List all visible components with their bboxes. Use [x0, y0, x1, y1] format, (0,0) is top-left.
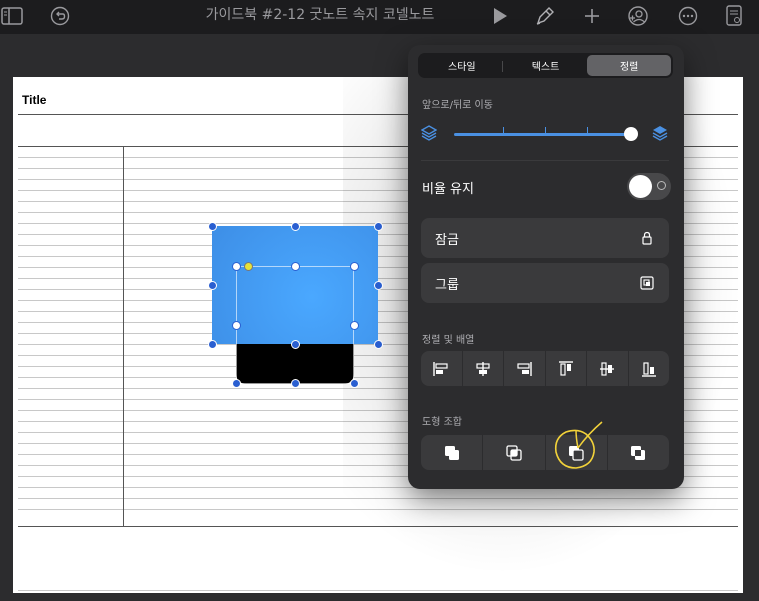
- pen-brush-icon[interactable]: [533, 4, 557, 28]
- align-top-icon[interactable]: [546, 351, 587, 386]
- subtract-icon[interactable]: [546, 435, 608, 470]
- resize-handle[interactable]: [232, 321, 241, 330]
- slider-tick: [545, 127, 546, 133]
- black-rounded-shape[interactable]: [236, 344, 354, 384]
- align-buttons: [421, 351, 669, 386]
- plus-icon[interactable]: [580, 4, 604, 28]
- combine-section-label: 도형 조합: [422, 417, 462, 428]
- bring-forward-icon[interactable]: [652, 125, 668, 145]
- resize-handle[interactable]: [208, 222, 217, 231]
- group-icon: [639, 275, 655, 291]
- resize-handle[interactable]: [232, 262, 241, 271]
- resize-handle[interactable]: [291, 340, 300, 349]
- resize-handle[interactable]: [350, 379, 359, 388]
- doc-info-icon[interactable]: [722, 4, 746, 28]
- toggle-knob: [629, 175, 652, 198]
- document-title[interactable]: 가이드북 #2-12 굿노트 속지 코넬노트: [150, 4, 490, 24]
- add-collaborator-icon[interactable]: [626, 4, 650, 28]
- combine-buttons: [421, 435, 669, 470]
- lock-label: 잠금: [435, 233, 459, 248]
- resize-handle[interactable]: [374, 340, 383, 349]
- resize-handle[interactable]: [350, 262, 359, 271]
- ruled-line: [18, 590, 738, 591]
- group-label: 그룹: [435, 278, 459, 293]
- resize-handle[interactable]: [232, 379, 241, 388]
- undo-icon[interactable]: [48, 4, 72, 28]
- order-slider-thumb[interactable]: [624, 127, 638, 141]
- send-backward-icon[interactable]: [420, 125, 438, 145]
- align-center-horizontal-icon[interactable]: [463, 351, 504, 386]
- exclude-icon[interactable]: [608, 435, 669, 470]
- resize-handle[interactable]: [350, 321, 359, 330]
- tab-style[interactable]: 스타일: [420, 55, 504, 76]
- ruled-line: [18, 498, 738, 499]
- order-slider-track[interactable]: [454, 133, 631, 136]
- resize-handle[interactable]: [291, 262, 300, 271]
- lock-icon: [639, 230, 655, 246]
- tab-arrange[interactable]: 정렬: [587, 55, 672, 76]
- cue-column-divider: [123, 146, 124, 526]
- summary-divider: [18, 526, 738, 527]
- sidebar-icon[interactable]: [0, 4, 24, 28]
- toggle-off-indicator: [657, 181, 666, 190]
- align-section-label: 정렬 및 배열: [422, 335, 475, 346]
- more-icon[interactable]: [676, 4, 700, 28]
- align-left-icon[interactable]: [421, 351, 463, 386]
- lock-button[interactable]: 잠금: [421, 218, 669, 258]
- corner-radius-handle[interactable]: [244, 262, 253, 271]
- arrange-popover: 스타일 텍스트 정렬 앞으로/뒤로 이동 비율 유지 잠금 그룹 정렬 및 배열: [408, 45, 684, 489]
- play-icon[interactable]: [488, 4, 512, 28]
- resize-handle[interactable]: [374, 281, 383, 290]
- align-right-icon[interactable]: [504, 351, 546, 386]
- align-center-vertical-icon[interactable]: [587, 351, 629, 386]
- order-section-label: 앞으로/뒤로 이동: [422, 100, 493, 111]
- group-button[interactable]: 그룹: [421, 263, 669, 303]
- tab-divider: [502, 61, 503, 72]
- resize-handle[interactable]: [291, 379, 300, 388]
- align-bottom-icon[interactable]: [629, 351, 670, 386]
- intersect-icon[interactable]: [483, 435, 546, 470]
- ruled-line: [18, 509, 738, 510]
- slider-tick: [587, 127, 588, 133]
- section-separator: [421, 160, 669, 161]
- resize-handle[interactable]: [208, 340, 217, 349]
- aspect-ratio-label: 비율 유지: [422, 182, 474, 197]
- resize-handle[interactable]: [208, 281, 217, 290]
- resize-handle[interactable]: [291, 222, 300, 231]
- page-title: Title: [22, 93, 47, 107]
- tab-text[interactable]: 텍스트: [504, 55, 588, 76]
- union-icon[interactable]: [421, 435, 484, 470]
- resize-handle[interactable]: [374, 222, 383, 231]
- slider-tick: [503, 127, 504, 133]
- aspect-ratio-toggle[interactable]: [627, 173, 671, 200]
- top-toolbar: 가이드북 #2-12 굿노트 속지 코넬노트: [0, 0, 759, 34]
- popover-tabs: 스타일 텍스트 정렬: [418, 53, 673, 78]
